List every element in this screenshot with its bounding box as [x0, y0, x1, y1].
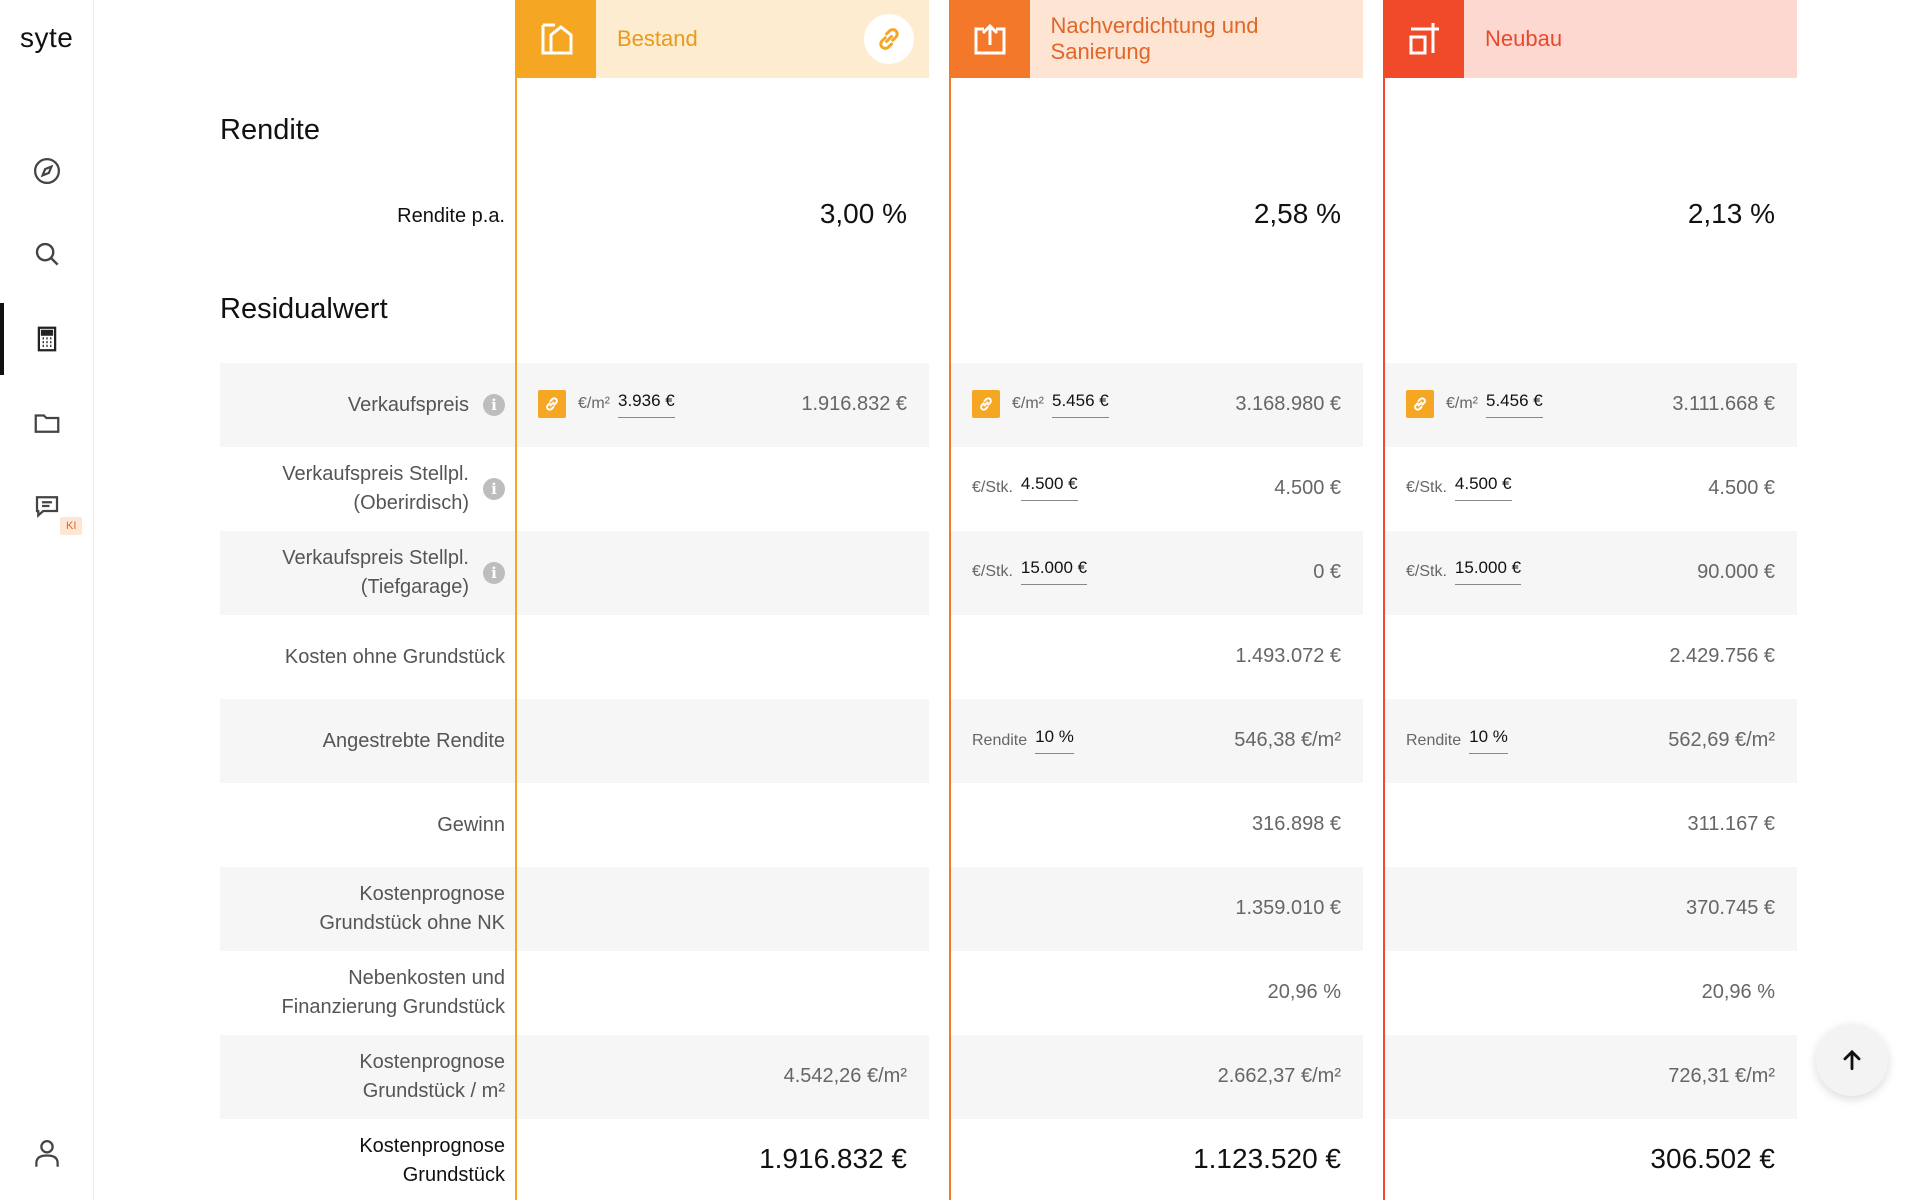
row-value: 4.500 € — [1274, 477, 1341, 499]
rendite-value: 2,58 % — [1253, 198, 1341, 229]
column-header-neubau[interactable]: Neubau — [1385, 0, 1797, 78]
sidebar: syte KI — [0, 0, 94, 1200]
nav-calculator[interactable] — [0, 303, 94, 375]
row-value: 1.359.010 € — [1235, 897, 1341, 919]
calculator-icon — [37, 326, 57, 352]
row-value: 1.916.832 € — [801, 393, 907, 415]
column-border-neubau — [1383, 0, 1385, 1200]
column-title: Neubau — [1485, 26, 1563, 51]
house-icon — [517, 0, 596, 78]
row-value: 4.542,26 €/m² — [783, 1065, 907, 1087]
arrow-up-icon — [1843, 1049, 1861, 1071]
folder-icon — [34, 414, 60, 433]
ki-badge: KI — [60, 517, 83, 535]
house-upload-icon — [951, 0, 1030, 78]
row-value: 546,38 €/m² — [1234, 729, 1341, 751]
row-value: 1.493.072 € — [1235, 645, 1341, 667]
info-icon[interactable]: i — [483, 562, 505, 584]
row-value: 20,96 % — [1267, 981, 1341, 1003]
row-value: 20,96 % — [1701, 981, 1775, 1003]
info-icon[interactable]: i — [483, 478, 505, 500]
row-label: Kostenprognose Grundstück / m² — [359, 1051, 505, 1102]
row-label: Rendite p.a. — [397, 204, 505, 227]
row-label: Angestrebte Rendite — [322, 729, 505, 752]
row-label: Gewinn — [437, 813, 505, 836]
total-value: 306.502 € — [1650, 1143, 1775, 1174]
nav-projects[interactable] — [0, 387, 94, 459]
column-title: Bestand — [617, 26, 698, 51]
row-value: 311.167 € — [1687, 813, 1776, 835]
column-header-nachverdichtung[interactable]: Nachverdichtung und Sanierung — [951, 0, 1363, 78]
rendite-value: 3,00 % — [819, 198, 907, 229]
row-value: 726,31 €/m² — [1668, 1065, 1775, 1087]
row-value: 562,69 €/m² — [1668, 729, 1775, 751]
row-value: 3.111.668 € — [1672, 393, 1775, 415]
column-border-bestand — [515, 0, 517, 1200]
app-logo[interactable]: syte — [20, 22, 73, 54]
row-value: 0 € — [1313, 561, 1341, 583]
row-label: Verkaufspreis i — [220, 363, 515, 447]
row-value: 2.662,37 €/m² — [1217, 1065, 1341, 1087]
crane-icon — [1385, 0, 1464, 78]
link-button[interactable] — [864, 14, 914, 64]
row-value: 3.168.980 € — [1235, 393, 1341, 415]
link-icon — [879, 28, 899, 50]
section-title-rendite: Rendite — [220, 114, 320, 146]
row-value: 2.429.756 € — [1669, 645, 1775, 667]
nav-explore[interactable] — [0, 135, 94, 207]
scroll-to-top-button[interactable] — [1816, 1024, 1888, 1096]
section-title-residualwert: Residualwert — [220, 293, 388, 325]
column-border-nachverdichtung — [949, 0, 951, 1200]
search-icon — [35, 242, 59, 266]
row-label: Verkaufspreis Stellpl. (Oberirdisch) i — [220, 447, 515, 531]
row-label: Kostenprognose Grundstück ohne NK — [319, 883, 505, 934]
column-title: Nachverdichtung und Sanierung — [1050, 13, 1259, 64]
row-label: Nebenkosten und Finanzierung Grundstück — [281, 967, 505, 1018]
info-icon[interactable]: i — [483, 394, 505, 416]
total-value: 1.916.832 € — [759, 1143, 907, 1174]
user-icon — [35, 1140, 59, 1167]
row-label: Kosten ohne Grundstück — [284, 645, 505, 668]
row-label: Kostenprognose Grundstück — [359, 1135, 505, 1186]
row-value: 370.745 € — [1686, 897, 1775, 919]
row-value: 90.000 € — [1697, 561, 1775, 583]
row-value: 316.898 € — [1252, 813, 1341, 835]
nav-search[interactable] — [0, 218, 94, 290]
row-value: 4.500 € — [1708, 477, 1775, 499]
row-label: Verkaufspreis Stellpl. (Tiefgarage) i — [220, 531, 515, 615]
compass-icon — [34, 158, 60, 184]
rendite-value: 2,13 % — [1687, 198, 1775, 229]
chat-icon — [35, 496, 59, 518]
total-value: 1.123.520 € — [1193, 1143, 1341, 1174]
user-button[interactable] — [0, 1118, 94, 1188]
